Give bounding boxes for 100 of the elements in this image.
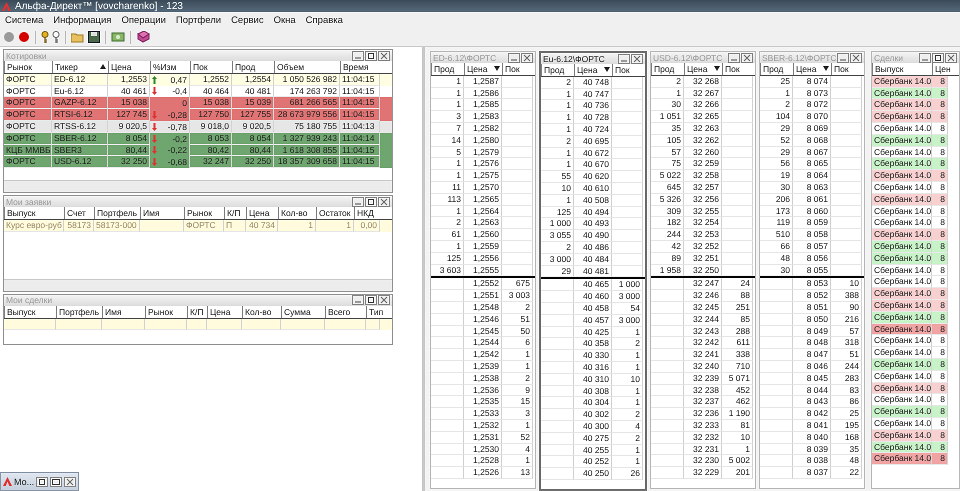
- column-header[interactable]: Всего: [325, 306, 366, 318]
- column-header[interactable]: К/П: [187, 306, 207, 318]
- close-icon[interactable]: [378, 50, 390, 60]
- trade-row[interactable]: Сбербанк 14.0 8: [872, 76, 948, 88]
- close-icon[interactable]: [631, 54, 643, 64]
- menu-item[interactable]: Справка: [300, 14, 348, 26]
- column-header[interactable]: Портфель: [94, 207, 140, 219]
- close-icon[interactable]: [378, 295, 390, 306]
- column-header[interactable]: Цена: [207, 306, 242, 318]
- close-icon[interactable]: [850, 52, 862, 62]
- column-header[interactable]: Выпуск: [4, 306, 56, 318]
- quote-row[interactable]: ФОРТС GAZP-6.12 15 038 0 15 038 15 039 681 266 565 11:04:15: [4, 97, 392, 110]
- restore-icon[interactable]: [36, 476, 48, 486]
- quote-row[interactable]: ФОРТС RTSS-6.12 9 020,5 -0,78 9 018,0 9 020,5 75 180 755 11:04:13: [4, 120, 392, 133]
- trade-row[interactable]: Сбербанк 14.0 8: [872, 134, 948, 147]
- minimize-icon[interactable]: [352, 295, 364, 306]
- trade-row[interactable]: Сбербанк 14.0 8: [872, 217, 948, 230]
- trade-row[interactable]: Сбербанк 14.0 8: [872, 453, 948, 466]
- column-header[interactable]: К/П: [224, 207, 246, 219]
- trade-row[interactable]: Сбербанк 14.0 8: [872, 312, 948, 324]
- trade-row[interactable]: Сбербанк 14.0 8: [872, 264, 948, 276]
- close-icon[interactable]: [741, 52, 753, 62]
- column-header[interactable]: Пок: [190, 61, 232, 73]
- menu-item[interactable]: Информация: [48, 14, 116, 26]
- key-icon[interactable]: [52, 30, 60, 44]
- folder-icon[interactable]: [71, 32, 85, 42]
- trade-row[interactable]: Сбербанк 14.0 8: [872, 335, 948, 348]
- trade-row[interactable]: Сбербанк 14.0 8: [872, 206, 948, 218]
- column-header[interactable]: Пок: [612, 64, 643, 76]
- trade-row[interactable]: Сбербанк 14.0 8: [872, 382, 948, 394]
- taskbar-button[interactable]: Мо...: [0, 472, 80, 491]
- close-icon[interactable]: [521, 52, 533, 62]
- column-header[interactable]: Счет: [64, 207, 94, 219]
- trade-row[interactable]: Сбербанк 14.0 8: [872, 194, 948, 206]
- trade-row[interactable]: Сбербанк 14.0 8: [872, 370, 948, 383]
- minimize-icon[interactable]: [837, 52, 849, 62]
- trade-row[interactable]: Сбербанк 14.0 8: [872, 358, 948, 371]
- column-header[interactable]: Выпуск: [4, 207, 64, 219]
- column-header[interactable]: Кол-во: [278, 207, 316, 219]
- save-icon[interactable]: [88, 31, 100, 43]
- column-header[interactable]: Цена: [793, 63, 831, 75]
- column-header[interactable]: Пок: [722, 63, 753, 75]
- column-header[interactable]: Цен: [932, 63, 948, 75]
- menu-item[interactable]: Сервис: [226, 14, 269, 26]
- trade-row[interactable]: Сбербанк 14.0 8: [872, 88, 948, 100]
- minimize-icon[interactable]: [728, 52, 740, 62]
- quote-row[interactable]: ФОРТС RTSI-6.12 127 745 -0,28 127 750 127 755 28 673 979 556 11:04:15: [4, 109, 392, 121]
- close-icon[interactable]: [945, 52, 957, 62]
- menu-item[interactable]: Портфели: [170, 14, 226, 26]
- maximize-icon[interactable]: [365, 295, 377, 306]
- menu-item[interactable]: Окна: [268, 14, 301, 26]
- trade-row[interactable]: Сбербанк 14.0 8: [872, 418, 948, 430]
- minimize-icon[interactable]: [919, 52, 931, 62]
- trade-row[interactable]: Сбербанк 14.0 8: [872, 442, 948, 454]
- trade-row[interactable]: Сбербанк 14.0 8: [872, 276, 948, 288]
- column-header[interactable]: Сумма: [281, 306, 325, 318]
- column-header[interactable]: Портфель: [56, 306, 102, 318]
- column-header[interactable]: Цена: [246, 207, 278, 219]
- key-icon[interactable]: [41, 30, 49, 44]
- column-header[interactable]: Объем: [274, 61, 340, 73]
- column-header[interactable]: Рынок: [145, 306, 187, 318]
- column-header[interactable]: Прод: [760, 63, 793, 75]
- column-header[interactable]: Пок: [502, 63, 533, 75]
- column-header[interactable]: Выпуск: [872, 63, 932, 75]
- column-header[interactable]: %Изм: [150, 61, 190, 73]
- minimize-icon[interactable]: [352, 196, 364, 207]
- menu-item[interactable]: Система: [0, 14, 48, 26]
- maximize-icon[interactable]: [365, 196, 377, 207]
- minimize-icon[interactable]: [508, 52, 520, 62]
- trade-row[interactable]: Сбербанк 14.0 8: [872, 170, 948, 182]
- close-icon[interactable]: [378, 196, 390, 207]
- column-header[interactable]: Прод: [232, 61, 274, 73]
- column-header[interactable]: Прод: [541, 64, 574, 76]
- trade-row[interactable]: Сбербанк 14.0 8: [872, 122, 948, 135]
- trade-row[interactable]: Сбербанк 14.0 8: [872, 229, 948, 241]
- column-header[interactable]: НКД: [354, 207, 380, 219]
- quote-row[interactable]: КЦБ ММВБ SBER3 80,44 -0,22 80,42 80,44 1 618 308 855 11:04:15: [4, 144, 392, 156]
- close-icon[interactable]: [64, 476, 76, 486]
- maximize-icon[interactable]: [932, 52, 944, 62]
- column-header[interactable]: Цена: [108, 61, 150, 73]
- trade-row[interactable]: Сбербанк 14.0 8: [872, 240, 948, 253]
- trade-row[interactable]: Сбербанк 14.0 8: [872, 288, 948, 300]
- trade-row[interactable]: Сбербанк 14.0 8: [872, 252, 948, 265]
- column-header[interactable]: Остаток: [316, 207, 354, 219]
- trade-row[interactable]: Сбербанк 14.0 8: [872, 99, 948, 112]
- quote-row[interactable]: ФОРТС USD-6.12 32 250 -0,68 32 247 32 250 18 357 309 658 11:04:15: [4, 156, 392, 168]
- column-header[interactable]: Рынок: [184, 207, 224, 219]
- quote-row[interactable]: ФОРТС Eu-6.12 40 461 -0,4 40 464 40 481 174 263 792 11:04:15: [4, 86, 392, 98]
- quote-row[interactable]: ФОРТС ED-6.12 1,2553 0,47 1,2552 1,2554 1 050 526 982 11:04:15: [4, 74, 392, 86]
- maximize-icon[interactable]: [50, 476, 62, 486]
- quote-row[interactable]: ФОРТС SBER-6.12 8 054 -0,2 8 053 8 054 1 327 939 243 11:04:14: [4, 132, 392, 145]
- column-header[interactable]: Тикер: [52, 61, 108, 73]
- column-header[interactable]: Рынок: [4, 61, 52, 73]
- trade-row[interactable]: Сбербанк 14.0 8: [872, 324, 948, 336]
- minimize-icon[interactable]: [352, 50, 364, 60]
- column-header[interactable]: Цена: [574, 64, 612, 76]
- column-header[interactable]: Прод: [651, 63, 684, 75]
- column-header[interactable]: Прод: [431, 63, 464, 75]
- trade-row[interactable]: Сбербанк 14.0 8: [872, 406, 948, 418]
- trade-row[interactable]: Сбербанк 14.0 8: [872, 111, 948, 123]
